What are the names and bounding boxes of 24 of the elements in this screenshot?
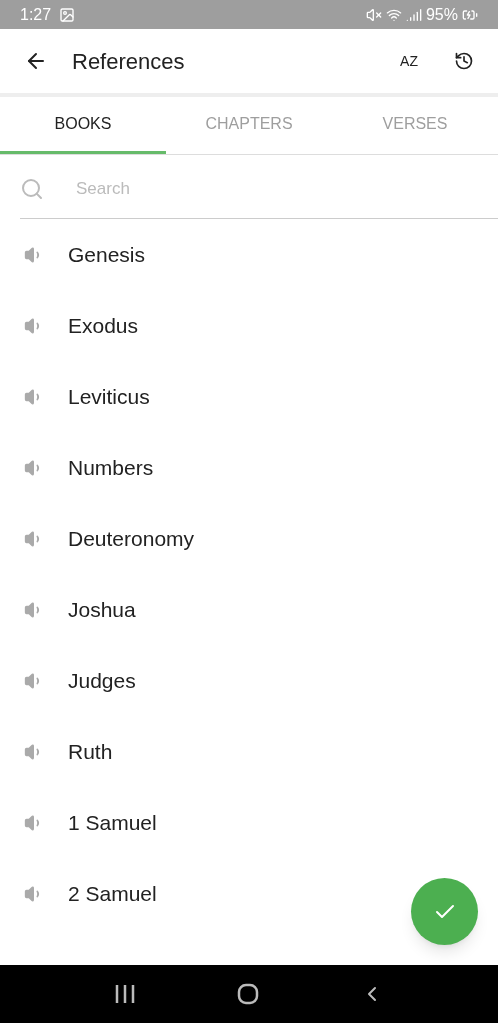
confirm-button[interactable] <box>411 878 478 945</box>
book-item[interactable]: Exodus <box>0 290 498 361</box>
book-item[interactable]: 1 Samuel <box>0 787 498 858</box>
mute-icon <box>365 6 382 23</box>
book-item[interactable]: Ruth <box>0 716 498 787</box>
screen-title: References <box>72 47 185 76</box>
signal-icon <box>405 6 422 23</box>
sort-button[interactable]: AZ <box>396 50 422 72</box>
battery-percent: 95% <box>425 4 458 25</box>
book-item[interactable]: Genesis <box>0 219 498 290</box>
history-icon <box>454 51 474 71</box>
book-item[interactable]: Judges <box>0 645 498 716</box>
image-icon <box>59 6 76 23</box>
recent-apps-icon[interactable] <box>114 984 137 1004</box>
book-item[interactable]: Numbers <box>0 432 498 503</box>
search-icon <box>20 176 44 201</box>
book-item[interactable]: Deuteronomy <box>0 503 498 574</box>
book-item[interactable]: Leviticus <box>0 361 498 432</box>
book-item[interactable]: 2 Samuel <box>0 858 498 929</box>
book-item[interactable]: Joshua <box>0 574 498 645</box>
home-icon[interactable] <box>237 983 259 1005</box>
status-time: 1:27 <box>20 4 52 25</box>
search-field[interactable]: Search <box>76 175 498 202</box>
tab[interactable]: BOOKS <box>0 97 166 154</box>
